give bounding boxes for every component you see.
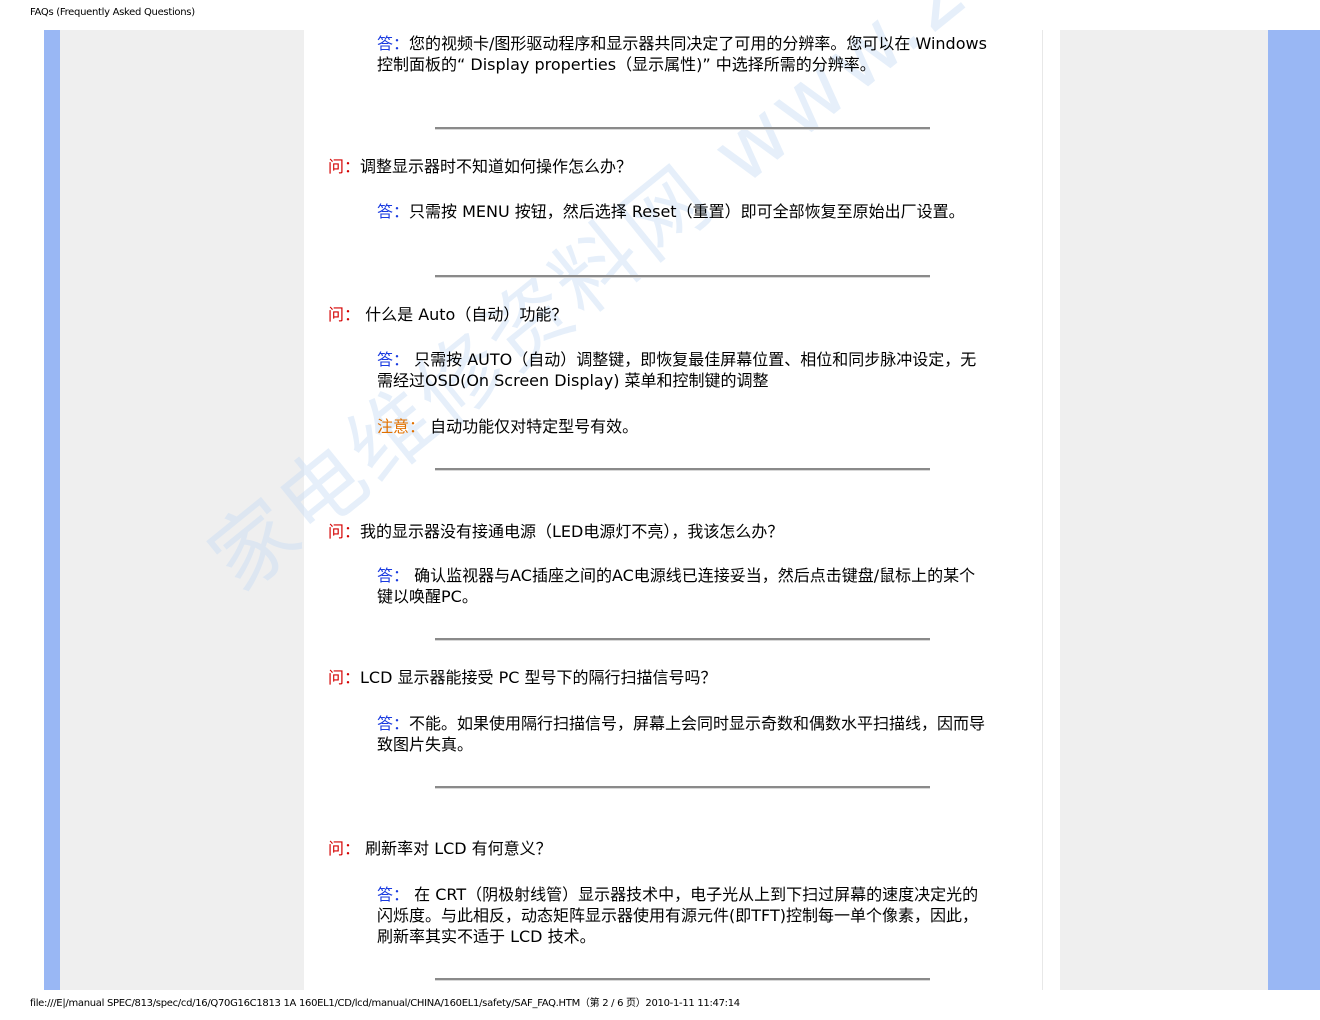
answer-label: 答： xyxy=(377,202,410,221)
question-text: 我的显示器没有接通电源（LED电源灯不亮），我该怎么办？ xyxy=(360,522,784,541)
right-blue-band xyxy=(1268,30,1320,990)
answer-text: 只需按 MENU 按钮，然后选择 Reset（重置）即可全部恢复至原始出厂设置。 xyxy=(409,202,965,221)
answer-text: 只需按 AUTO（自动）调整键，即恢复最佳屏幕位置、相位和同步脉冲设定，无需经过… xyxy=(377,350,977,390)
question-power: 问：我的显示器没有接通电源（LED电源灯不亮），我该怎么办？ xyxy=(328,521,1028,542)
page-header-title: FAQs (Frequently Asked Questions) xyxy=(30,7,195,18)
divider xyxy=(435,978,930,981)
answer-label: 答： xyxy=(377,34,410,53)
divider xyxy=(435,275,930,278)
answer-refresh: 答： 在 CRT（阴极射线管）显示器技术中，电子光从上到下扫过屏幕的速度决定光的… xyxy=(377,884,987,947)
page-footer: file:///E|/manual SPEC/813/spec/cd/16/Q7… xyxy=(30,998,740,1009)
question-label: 问： xyxy=(328,839,361,858)
question-label: 问： xyxy=(328,157,361,176)
question-interlace: 问：LCD 显示器能接受 PC 型号下的隔行扫描信号吗？ xyxy=(328,667,1028,688)
answer-text: 在 CRT（阴极射线管）显示器技术中，电子光从上到下扫过屏幕的速度决定光的闪烁度… xyxy=(377,885,979,946)
answer-resolution: 答：您的视频卡/图形驱动程序和显示器共同决定了可用的分辨率。您可以在 Windo… xyxy=(377,33,987,75)
divider xyxy=(435,127,930,130)
answer-label: 答： xyxy=(377,566,410,585)
answer-auto: 答： 只需按 AUTO（自动）调整键，即恢复最佳屏幕位置、相位和同步脉冲设定，无… xyxy=(377,349,987,391)
question-text: 调整显示器时不知道如何操作怎么办？ xyxy=(360,157,633,176)
content-right-border xyxy=(1042,30,1043,990)
left-gray-band xyxy=(60,30,304,990)
divider xyxy=(435,638,930,641)
question-label: 问： xyxy=(328,305,361,324)
question-text: LCD 显示器能接受 PC 型号下的隔行扫描信号吗？ xyxy=(360,668,717,687)
answer-text: 您的视频卡/图形驱动程序和显示器共同决定了可用的分辨率。您可以在 Windows… xyxy=(377,34,987,74)
answer-label: 答： xyxy=(377,350,410,369)
answer-adjust: 答：只需按 MENU 按钮，然后选择 Reset（重置）即可全部恢复至原始出厂设… xyxy=(377,201,987,222)
answer-text: 确认监视器与AC插座之间的AC电源线已连接妥当，然后点击键盘/鼠标上的某个键以唤… xyxy=(377,566,976,606)
answer-text: 不能。如果使用隔行扫描信号，屏幕上会同时显示奇数和偶数水平扫描线，因而导致图片失… xyxy=(377,714,986,754)
answer-interlace: 答：不能。如果使用隔行扫描信号，屏幕上会同时显示奇数和偶数水平扫描线，因而导致图… xyxy=(377,713,987,755)
note-auto: 注意： 自动功能仅对特定型号有效。 xyxy=(377,416,987,437)
answer-power: 答： 确认监视器与AC插座之间的AC电源线已连接妥当，然后点击键盘/鼠标上的某个… xyxy=(377,565,987,607)
answer-label: 答： xyxy=(377,885,410,904)
question-refresh: 问： 刷新率对 LCD 有何意义？ xyxy=(328,838,1028,859)
question-label: 问： xyxy=(328,522,361,541)
question-text: 什么是 Auto（自动）功能？ xyxy=(360,305,568,324)
question-auto: 问： 什么是 Auto（自动）功能？ xyxy=(328,304,1028,325)
right-gray-band xyxy=(1060,30,1268,990)
divider xyxy=(435,468,930,471)
question-text: 刷新率对 LCD 有何意义？ xyxy=(360,839,552,858)
note-label: 注意： xyxy=(377,417,426,436)
answer-label: 答： xyxy=(377,714,410,733)
divider xyxy=(435,786,930,789)
question-adjust: 问：调整显示器时不知道如何操作怎么办？ xyxy=(328,156,1028,177)
left-blue-band xyxy=(44,30,60,990)
question-label: 问： xyxy=(328,668,361,687)
note-text: 自动功能仅对特定型号有效。 xyxy=(425,417,639,436)
